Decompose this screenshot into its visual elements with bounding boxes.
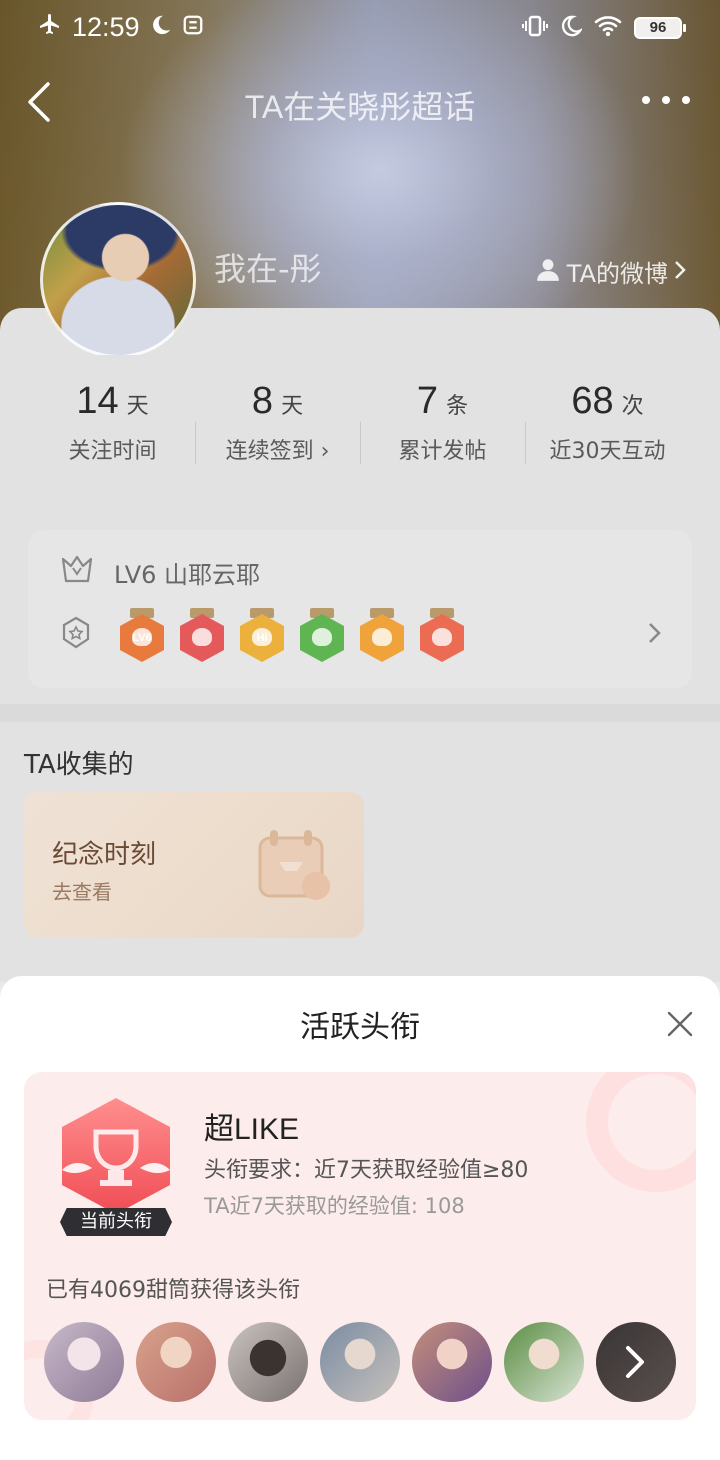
collection-title: TA收集的 xyxy=(24,750,134,780)
more-options-button[interactable] xyxy=(642,86,690,114)
person-icon xyxy=(535,256,561,288)
avatar[interactable] xyxy=(44,1322,124,1402)
trophy-medal xyxy=(180,608,224,662)
stat-value: 7 xyxy=(416,380,439,422)
close-button[interactable] xyxy=(666,1010,694,1038)
medal-row: LV6 Hi xyxy=(60,608,464,662)
stat-follow-days: 14 天 关注时间 xyxy=(30,380,195,490)
hi-medal: Hi xyxy=(240,608,284,662)
sheet-title: 活跃头衔 xyxy=(300,1010,420,1045)
stat-unit: 天 xyxy=(281,394,304,419)
do-not-disturb-icon xyxy=(150,12,172,43)
hand-medal xyxy=(300,608,344,662)
avatar[interactable] xyxy=(136,1322,216,1402)
stat-label: 累计发帖 xyxy=(398,439,487,464)
avatar[interactable] xyxy=(40,202,196,358)
notification-icon xyxy=(182,12,204,43)
medal-text: Hi xyxy=(256,632,268,644)
battery-icon: 96 xyxy=(634,17,686,39)
moon-icon xyxy=(560,15,584,41)
avatar[interactable] xyxy=(228,1322,308,1402)
weibo-link-label: TA的微博 xyxy=(566,260,668,288)
page-title: TA在关晓彤超话 xyxy=(244,89,476,125)
laugh-medal xyxy=(360,608,404,662)
stat-unit: 条 xyxy=(446,394,469,419)
badge-icon xyxy=(60,616,92,654)
current-title-tag: 当前头衔 xyxy=(60,1208,172,1236)
stat-label: 关注时间 xyxy=(68,439,157,464)
stat-label: 近30天互动 xyxy=(549,439,666,464)
level-row: LV6 山耶云耶 xyxy=(60,554,260,590)
weibo-profile-link[interactable]: TA的微博 xyxy=(535,254,686,289)
card-title: 纪念时刻 xyxy=(52,840,157,870)
trophy-badge-icon: 当前头衔 xyxy=(52,1098,180,1238)
stat-unit: 次 xyxy=(621,394,644,419)
title-experience: TA近7天获取的经验值: 108 xyxy=(204,1194,465,1218)
medal-text: LV6 xyxy=(132,632,152,644)
owners-count: 已有4069甜筒获得该头衔 xyxy=(46,1278,300,1303)
title-name: 超LIKE xyxy=(204,1113,300,1146)
title-requirement: 头衔要求：近7天获取经验值≥80 xyxy=(204,1158,529,1183)
stat-checkin-days[interactable]: 8天 连续签到 › xyxy=(195,380,360,490)
status-time: 12:59 xyxy=(72,12,140,42)
stat-label: 连续签到 › xyxy=(225,439,330,464)
medal-list: LV6 Hi xyxy=(120,608,464,662)
stat-value: 68 xyxy=(571,380,614,422)
crown-icon xyxy=(60,554,94,590)
badge-panel[interactable]: LV6 山耶云耶 LV6 Hi xyxy=(28,530,692,688)
stat-value: 14 xyxy=(76,380,119,422)
airplane-mode-icon xyxy=(38,12,62,43)
stats-row: 14 天 关注时间 8天 连续签到 › 7条 累计发帖 68 次 近30天互动 xyxy=(30,380,690,490)
level-text: LV6 山耶云耶 xyxy=(114,560,261,589)
chevron-right-icon xyxy=(674,258,686,286)
card-subtitle: 去查看 xyxy=(52,880,112,904)
calendar-icon xyxy=(246,818,342,914)
rock-medal xyxy=(420,608,464,662)
avatar[interactable] xyxy=(504,1322,584,1402)
memorial-moments-card[interactable]: 纪念时刻 去查看 xyxy=(24,792,364,938)
top-bar: TA在关晓彤超话 xyxy=(0,70,720,134)
avatar[interactable] xyxy=(320,1322,400,1402)
avatar[interactable] xyxy=(412,1322,492,1402)
stat-value: 8 xyxy=(251,380,274,422)
stat-interactions: 68 次 近30天互动 xyxy=(525,380,690,490)
chevron-right-icon[interactable] xyxy=(648,622,662,648)
collection-section: TA收集的 纪念时刻 去查看 xyxy=(0,722,720,982)
status-bar: 12:59 96 xyxy=(0,0,720,56)
section-divider xyxy=(0,704,720,722)
active-title-sheet: 活跃头衔 当前头衔 超LIKE 头衔要求：近7天获取经验值≥80 TA近7天获取… xyxy=(0,976,720,1460)
owner-avatar-list xyxy=(44,1322,676,1402)
more-owners-button[interactable] xyxy=(596,1322,676,1402)
stat-posts: 7条 累计发帖 xyxy=(360,380,525,490)
title-card: 当前头衔 超LIKE 头衔要求：近7天获取经验值≥80 TA近7天获取的经验值:… xyxy=(24,1072,696,1420)
vibrate-icon xyxy=(522,14,548,42)
stat-unit: 天 xyxy=(126,394,149,419)
wifi-icon xyxy=(594,15,622,41)
lv6-medal: LV6 xyxy=(120,608,164,662)
username: 我在-彤 xyxy=(214,250,322,288)
